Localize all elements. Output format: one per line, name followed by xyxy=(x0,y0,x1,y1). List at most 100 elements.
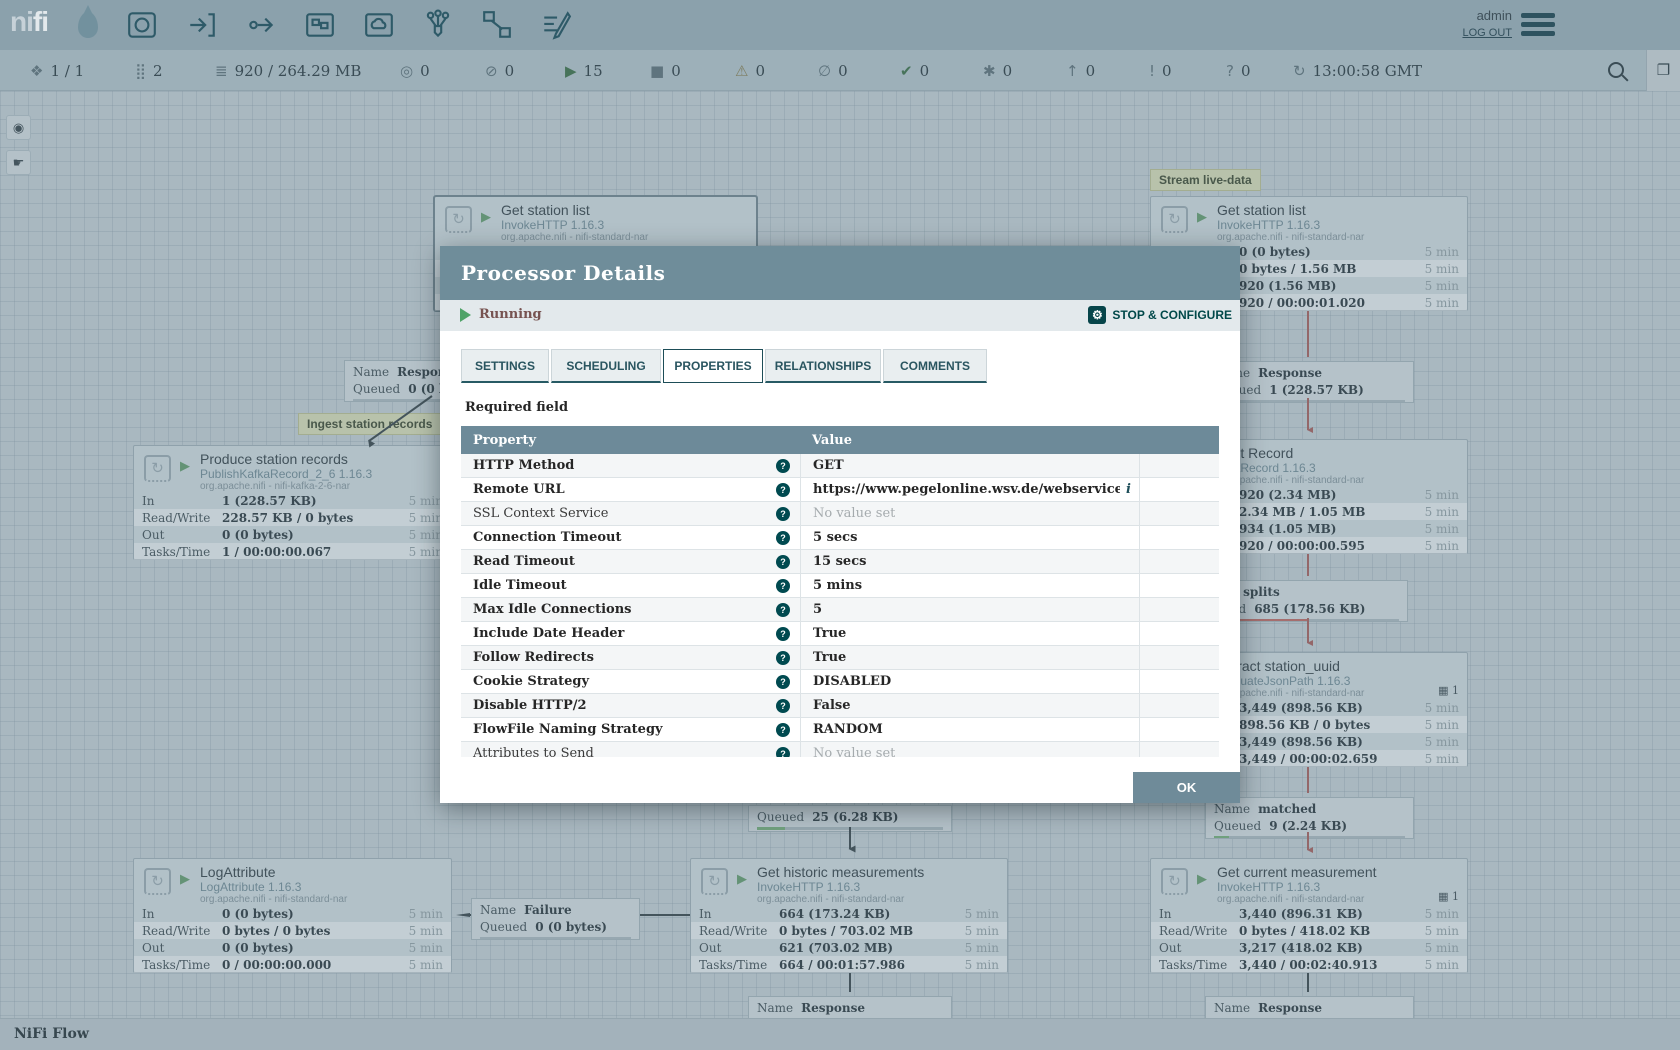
not-transmitting-icon: ⊘ xyxy=(485,62,498,80)
nifi-drop-icon xyxy=(78,12,98,38)
processor-logattribute[interactable]: ↻ ▶ LogAttribute LogAttribute 1.16.3 org… xyxy=(133,858,452,973)
dialog-tabs: SETTINGS SCHEDULING PROPERTIES RELATIONS… xyxy=(461,349,987,383)
property-row-cookie-strategy[interactable]: Cookie Strategy? DISABLED xyxy=(461,670,1219,694)
column-value: Value xyxy=(800,433,1139,448)
status-up-to-date: ✔0 xyxy=(900,50,929,91)
status-sync-failure: ?0 xyxy=(1226,50,1251,91)
navigate-palette-icon[interactable]: ◉ xyxy=(6,115,31,140)
breadcrumb[interactable]: NiFi Flow xyxy=(14,1026,89,1042)
input-port-icon[interactable] xyxy=(186,9,220,41)
tab-scheduling[interactable]: SCHEDULING xyxy=(551,349,661,383)
processor-run-status: Running xyxy=(460,307,542,322)
search-icon[interactable] xyxy=(1608,62,1624,78)
property-row-disable-http2[interactable]: Disable HTTP/2? False xyxy=(461,694,1219,718)
connection-matched[interactable]: Namematched Queued9 (2.24 KB) xyxy=(1205,797,1414,839)
output-port-icon[interactable] xyxy=(245,9,279,41)
tab-relationships[interactable]: RELATIONSHIPS xyxy=(765,349,881,383)
property-row-idle-timeout[interactable]: Idle Timeout? 5 mins xyxy=(461,574,1219,598)
processor-type: InvokeHTTP 1.16.3 xyxy=(1217,880,1377,894)
help-icon: ? xyxy=(776,651,790,665)
help-icon: ? xyxy=(776,627,790,641)
stop-and-configure-button[interactable]: ⚙ STOP & CONFIGURE xyxy=(1088,306,1232,324)
processor-icon[interactable] xyxy=(126,9,160,41)
property-row-max-idle-connections[interactable]: Max Idle Connections? 5 xyxy=(461,598,1219,622)
processor-stamp-icon: ↻ xyxy=(701,868,728,895)
processor-type: InvokeHTTP 1.16.3 xyxy=(501,218,648,232)
funnel-icon[interactable] xyxy=(422,9,456,41)
connection-queued-25[interactable]: Queued25 (6.28 KB) xyxy=(748,805,952,832)
running-icon: ▶ xyxy=(565,62,577,80)
table-header: Property Value xyxy=(461,426,1219,454)
processor-get-historic-measurements[interactable]: ↻ ▶ Get historic measurements InvokeHTTP… xyxy=(690,858,1008,973)
property-row-http-method[interactable]: HTTP Method? GET xyxy=(461,454,1219,478)
tab-properties[interactable]: PROPERTIES xyxy=(663,349,763,383)
help-icon: ? xyxy=(776,459,790,473)
label-stream-live-data[interactable]: Stream live-data xyxy=(1150,169,1261,191)
help-icon: ? xyxy=(776,555,790,569)
grouped-count-badge: ▦ 1 xyxy=(1438,684,1459,697)
flow-status-bar: ❖1 / 1 ⣿2 ≣920 / 264.29 MB ◎0 ⊘0 ▶15 ■0 … xyxy=(0,50,1680,91)
processor-type: LogAttribute 1.16.3 xyxy=(200,880,347,894)
disabled-icon: ∅ xyxy=(818,62,831,80)
last-refresh-time: 13:00:58 GMT xyxy=(1313,62,1422,80)
property-row-ssl-context-service[interactable]: SSL Context Service? No value set xyxy=(461,502,1219,526)
help-icon: ? xyxy=(776,723,790,737)
help-icon: ? xyxy=(776,483,790,497)
status-not-transmitting: ⊘0 xyxy=(485,50,514,91)
processor-type: PublishKafkaRecord_2_6 1.16.3 xyxy=(200,467,372,481)
info-icon: i xyxy=(1120,482,1131,497)
property-row-include-date-header[interactable]: Include Date Header? True xyxy=(461,622,1219,646)
processor-type: InvokeHTTP 1.16.3 xyxy=(757,880,924,894)
cluster-icon: ❖ xyxy=(30,62,43,80)
locally-modified-icon: ✱ xyxy=(983,62,996,80)
locally-modified-stale-icon: ! xyxy=(1149,62,1155,80)
global-menu-icon[interactable] xyxy=(1521,13,1555,37)
grouped-count-badge: ▦ 1 xyxy=(1438,890,1459,903)
queue-bar xyxy=(757,827,943,830)
logout-link[interactable]: LOG OUT xyxy=(1462,27,1512,39)
connection-failure[interactable]: NameFailure Queued0 (0 bytes) xyxy=(471,898,640,940)
run-status-icon: ▶ xyxy=(481,209,491,225)
help-icon: ? xyxy=(776,579,790,593)
summary-doc-icon[interactable]: ❐ xyxy=(1646,50,1680,91)
processor-bundle: org.apache.nifi - nifi-kafka-2-6-nar xyxy=(200,481,372,492)
template-icon[interactable] xyxy=(481,9,515,41)
operate-palette-icon[interactable]: ☛ xyxy=(6,150,31,175)
remote-process-group-icon[interactable] xyxy=(363,9,397,41)
status-locally-modified: ✱0 xyxy=(983,50,1012,91)
processor-stamp-icon: ↻ xyxy=(144,868,171,895)
processor-title: Get station list xyxy=(1217,202,1364,218)
processor-title: LogAttribute xyxy=(200,864,347,880)
processor-produce-station-records[interactable]: ↻ ▶ Produce station records PublishKafka… xyxy=(133,445,452,560)
processor-title: Get station list xyxy=(501,202,648,218)
run-status-icon: ▶ xyxy=(1197,209,1207,225)
processor-bundle: org.apache.nifi - nifi-standard-nar xyxy=(200,894,347,905)
tab-comments[interactable]: COMMENTS xyxy=(883,349,987,383)
status-queued: ≣920 / 264.29 MB xyxy=(215,50,361,91)
status-invalid: ⚠0 xyxy=(735,50,765,91)
run-status-icon: ▶ xyxy=(1197,871,1207,887)
processor-type: InvokeHTTP 1.16.3 xyxy=(1217,218,1364,232)
processor-stamp-icon: ↻ xyxy=(144,455,171,482)
property-row-connection-timeout[interactable]: Connection Timeout? 5 secs xyxy=(461,526,1219,550)
tab-settings[interactable]: SETTINGS xyxy=(461,349,549,383)
ok-button[interactable]: OK xyxy=(1133,772,1240,803)
dialog-status-row: Running ⚙ STOP & CONFIGURE xyxy=(440,300,1240,331)
current-user: admin xyxy=(1477,8,1512,23)
status-running: ▶15 xyxy=(565,50,603,91)
property-row-flowfile-naming-strategy[interactable]: FlowFile Naming Strategy? RANDOM xyxy=(461,718,1219,742)
processor-bundle: org.apache.nifi - nifi-standard-nar xyxy=(1217,894,1377,905)
required-field-note: Required field xyxy=(465,400,568,415)
label-ingest-station-records[interactable]: Ingest station records xyxy=(298,413,441,435)
label-icon[interactable] xyxy=(540,9,574,41)
property-row-read-timeout[interactable]: Read Timeout? 15 secs xyxy=(461,550,1219,574)
stopped-icon: ■ xyxy=(650,62,664,80)
property-row-attributes-to-send[interactable]: Attributes to Send? No value set xyxy=(461,742,1219,757)
processor-get-current-measurement[interactable]: ↻ ▶ Get current measurement InvokeHTTP 1… xyxy=(1150,858,1468,973)
property-row-follow-redirects[interactable]: Follow Redirects? True xyxy=(461,646,1219,670)
refresh-icon[interactable]: ↻ xyxy=(1293,62,1306,80)
processor-title: Produce station records xyxy=(200,451,372,467)
process-group-icon[interactable] xyxy=(304,9,338,41)
property-row-remote-url[interactable]: Remote URL? https://www.pegelonline.wsv.… xyxy=(461,478,1219,502)
run-status-icon: ▶ xyxy=(737,871,747,887)
